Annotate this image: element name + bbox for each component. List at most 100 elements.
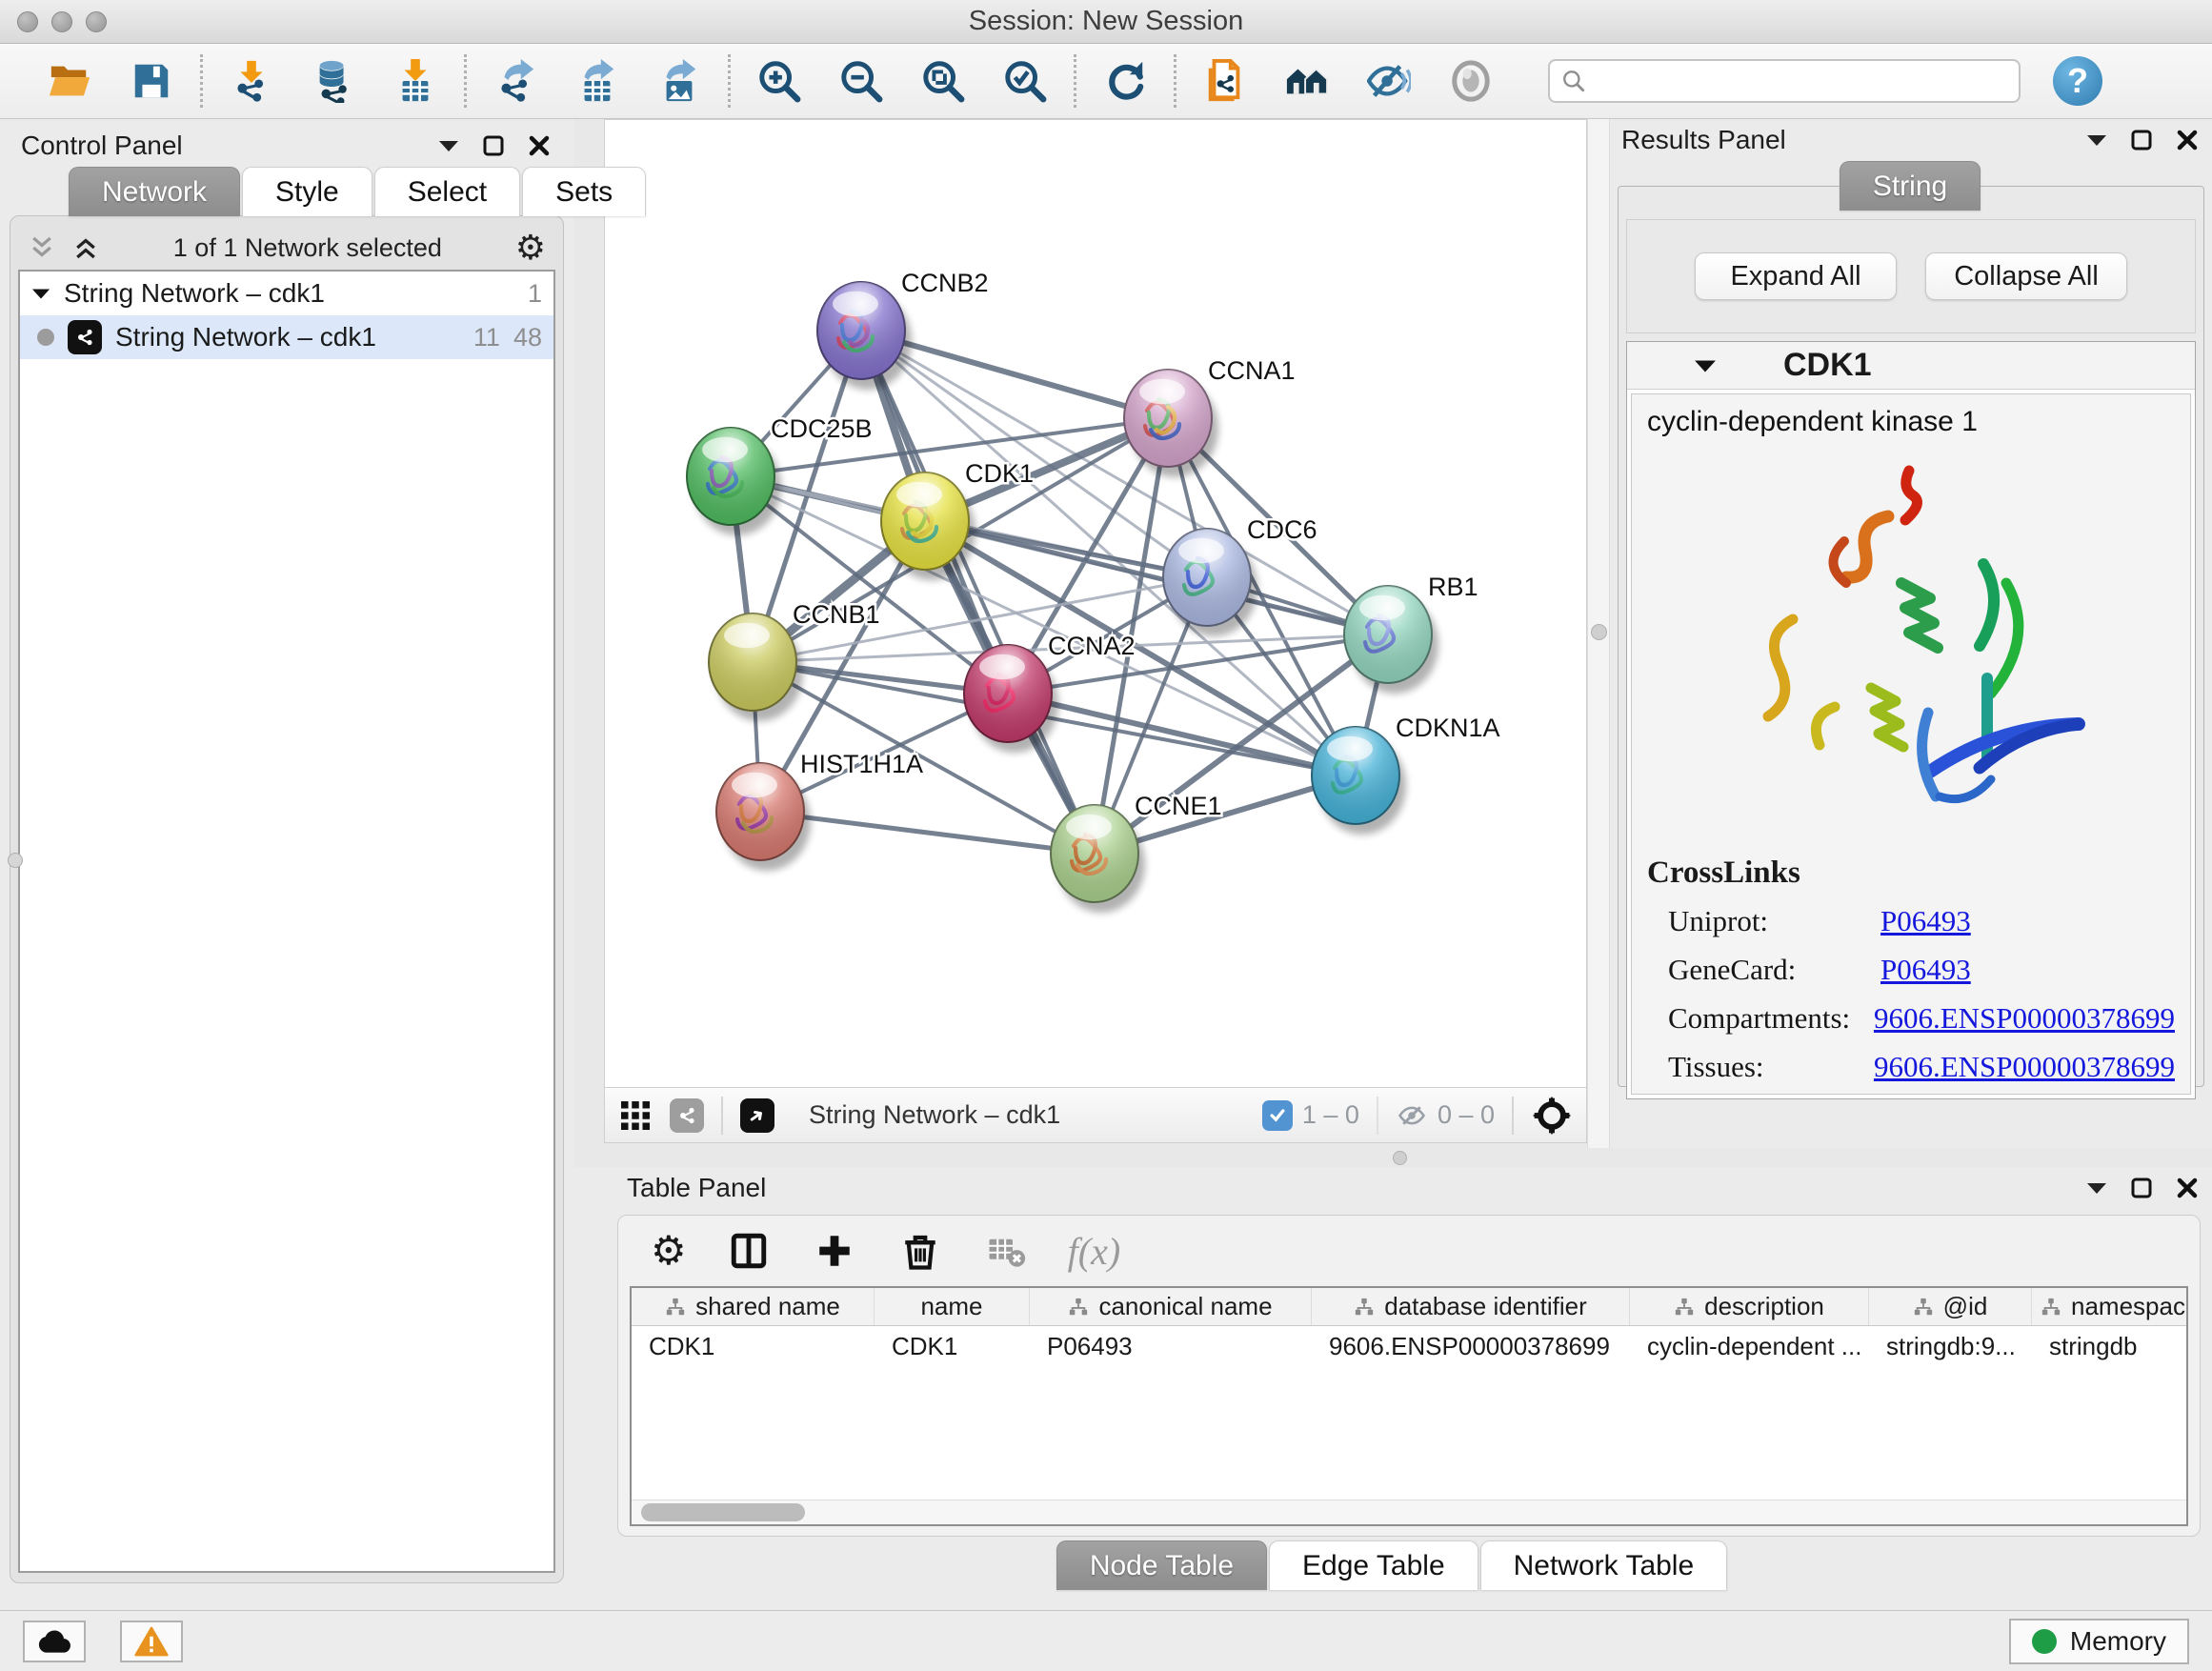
memory-button[interactable]: Memory	[2009, 1619, 2189, 1664]
compartments-link[interactable]: 9606.ENSP00000378699	[1874, 1001, 2175, 1036]
create-column-button[interactable]	[811, 1227, 858, 1275]
share-file-button[interactable]	[1201, 57, 1249, 105]
expand-all-icon[interactable]	[71, 233, 100, 262]
node-CCNB2[interactable]: CCNB2	[817, 269, 989, 390]
show-hide-button[interactable]	[1365, 57, 1413, 105]
open-session-button[interactable]	[46, 57, 93, 105]
node-RB1[interactable]: RB1	[1344, 573, 1478, 694]
panel-menu-icon[interactable]	[2086, 1181, 2107, 1195]
function-builder-button[interactable]: f(x)	[1068, 1229, 1121, 1274]
network-share-icon[interactable]	[670, 1098, 704, 1133]
help-button[interactable]: ?	[2053, 56, 2102, 106]
collection-expander-icon[interactable]	[31, 287, 50, 300]
column-header-name[interactable]: name	[875, 1288, 1030, 1325]
zoom-in-button[interactable]	[755, 57, 803, 105]
close-panel-icon[interactable]	[2176, 129, 2199, 151]
import-network-file-button[interactable]	[228, 57, 275, 105]
panel-menu-icon[interactable]	[438, 139, 459, 152]
zoom-fit-button[interactable]	[919, 57, 967, 105]
delete-table-button[interactable]	[982, 1227, 1030, 1275]
table-cell[interactable]: CDK1	[632, 1326, 875, 1366]
tab-string[interactable]: String	[1840, 161, 1981, 211]
export-table-button[interactable]	[573, 57, 621, 105]
zoom-selected-button[interactable]	[1001, 57, 1049, 105]
collapse-all-button[interactable]: Collapse All	[1925, 252, 2127, 300]
network-collection-row[interactable]: String Network – cdk1 1	[20, 272, 553, 315]
warnings-button[interactable]	[120, 1621, 183, 1662]
network-canvas[interactable]: CCNB2CCNA1CDC25BCDK1CDC6RB1CCNB1CCNA2CDK…	[604, 119, 1587, 1088]
float-panel-icon[interactable]	[2130, 129, 2153, 151]
node-CDKN1A[interactable]: CDKN1A	[1312, 714, 1500, 835]
node-CCNA2[interactable]: CCNA2	[964, 632, 1136, 753]
horizontal-scrollbar[interactable]	[632, 1500, 2186, 1524]
node-table[interactable]: shared namenamecanonical namedatabase id…	[630, 1286, 2188, 1526]
gene-section-header[interactable]: CDK1	[1627, 342, 2195, 390]
network-options-gear-icon[interactable]: ⚙	[515, 231, 546, 265]
section-expander-icon[interactable]	[1694, 358, 1717, 373]
close-panel-icon[interactable]	[528, 134, 551, 157]
hidden-nodes-indicator[interactable]: 0 – 0	[1396, 1100, 1495, 1130]
tissues-link[interactable]: 9606.ENSP00000378699	[1874, 1050, 2175, 1084]
node-CDK1[interactable]: CDK1	[881, 459, 1034, 580]
level-of-detail-button[interactable]	[1447, 57, 1495, 105]
uniprot-link[interactable]: P06493	[1880, 904, 1971, 938]
table-cell[interactable]: stringdb:9...	[1869, 1326, 2032, 1366]
collapse-all-icon[interactable]	[28, 233, 56, 262]
import-table-button[interactable]	[392, 57, 439, 105]
table-cell[interactable]: stringdb	[2032, 1326, 2188, 1366]
column-header-namespac[interactable]: namespac	[2032, 1288, 2188, 1325]
table-cell[interactable]: CDK1	[875, 1326, 1030, 1366]
column-header-description[interactable]: description	[1630, 1288, 1869, 1325]
column-header-@id[interactable]: @id	[1869, 1288, 2032, 1325]
node-CCNB1[interactable]: CCNB1	[709, 600, 880, 721]
close-panel-icon[interactable]	[2176, 1177, 2199, 1199]
tab-network[interactable]: Network	[69, 167, 240, 216]
export-image-button[interactable]	[655, 57, 703, 105]
save-session-button[interactable]	[128, 57, 175, 105]
selected-nodes-indicator[interactable]: 1 – 0	[1262, 1100, 1359, 1131]
table-cell[interactable]: cyclin-dependent ...	[1630, 1326, 1869, 1366]
tab-edge-table[interactable]: Edge Table	[1269, 1540, 1478, 1590]
expand-all-button[interactable]: Expand All	[1695, 252, 1897, 300]
splitter-handle[interactable]	[1393, 1151, 1407, 1165]
birdseye-view-icon[interactable]	[740, 1098, 774, 1133]
tab-style[interactable]: Style	[242, 167, 372, 216]
node-CDC6[interactable]: CDC6	[1163, 515, 1317, 636]
node-HIST1H1A[interactable]: HIST1H1A	[716, 750, 923, 871]
tab-select[interactable]: Select	[374, 167, 520, 216]
float-panel-icon[interactable]	[482, 134, 505, 157]
splitter-handle[interactable]	[1591, 624, 1607, 640]
table-options-gear-icon[interactable]: ⚙	[651, 1231, 687, 1271]
show-columns-button[interactable]	[725, 1227, 773, 1275]
zoom-out-button[interactable]	[837, 57, 885, 105]
column-header-database-identifier[interactable]: database identifier	[1312, 1288, 1630, 1325]
splitter-handle[interactable]	[8, 853, 23, 868]
cloud-status-button[interactable]	[23, 1621, 86, 1662]
tab-network-table[interactable]: Network Table	[1480, 1540, 1728, 1590]
string-home-button[interactable]	[1283, 57, 1331, 105]
node-CCNE1[interactable]: CCNE1	[1051, 792, 1222, 913]
tab-sets[interactable]: Sets	[522, 167, 646, 216]
table-cell[interactable]: P06493	[1030, 1326, 1312, 1366]
grid-view-icon[interactable]	[618, 1098, 653, 1133]
tab-node-table[interactable]: Node Table	[1056, 1540, 1267, 1590]
column-header-canonical-name[interactable]: canonical name	[1030, 1288, 1312, 1325]
search-box[interactable]	[1548, 59, 2021, 103]
horizontal-splitter[interactable]	[573, 1148, 2212, 1167]
crosshair-icon[interactable]	[1531, 1095, 1573, 1137]
delete-column-button[interactable]	[896, 1227, 944, 1275]
network-row[interactable]: String Network – cdk1 11 48	[20, 315, 553, 359]
scrollbar-thumb[interactable]	[641, 1503, 805, 1521]
float-panel-icon[interactable]	[2130, 1177, 2153, 1199]
table-row[interactable]: CDK1CDK1P064939606.ENSP00000378699cyclin…	[632, 1326, 2186, 1366]
string-network-graph[interactable]: CCNB2CCNA1CDC25BCDK1CDC6RB1CCNB1CCNA2CDK…	[605, 120, 1588, 1089]
genecard-link[interactable]: P06493	[1880, 953, 1971, 987]
panel-menu-icon[interactable]	[2086, 133, 2107, 147]
import-network-database-button[interactable]	[310, 57, 357, 105]
search-input[interactable]	[1594, 67, 2007, 96]
column-header-shared-name[interactable]: shared name	[632, 1288, 875, 1325]
table-cell[interactable]: 9606.ENSP00000378699	[1312, 1326, 1630, 1366]
refresh-button[interactable]	[1101, 57, 1149, 105]
export-network-button[interactable]	[492, 57, 539, 105]
vertical-splitter[interactable]	[1587, 119, 1610, 1148]
